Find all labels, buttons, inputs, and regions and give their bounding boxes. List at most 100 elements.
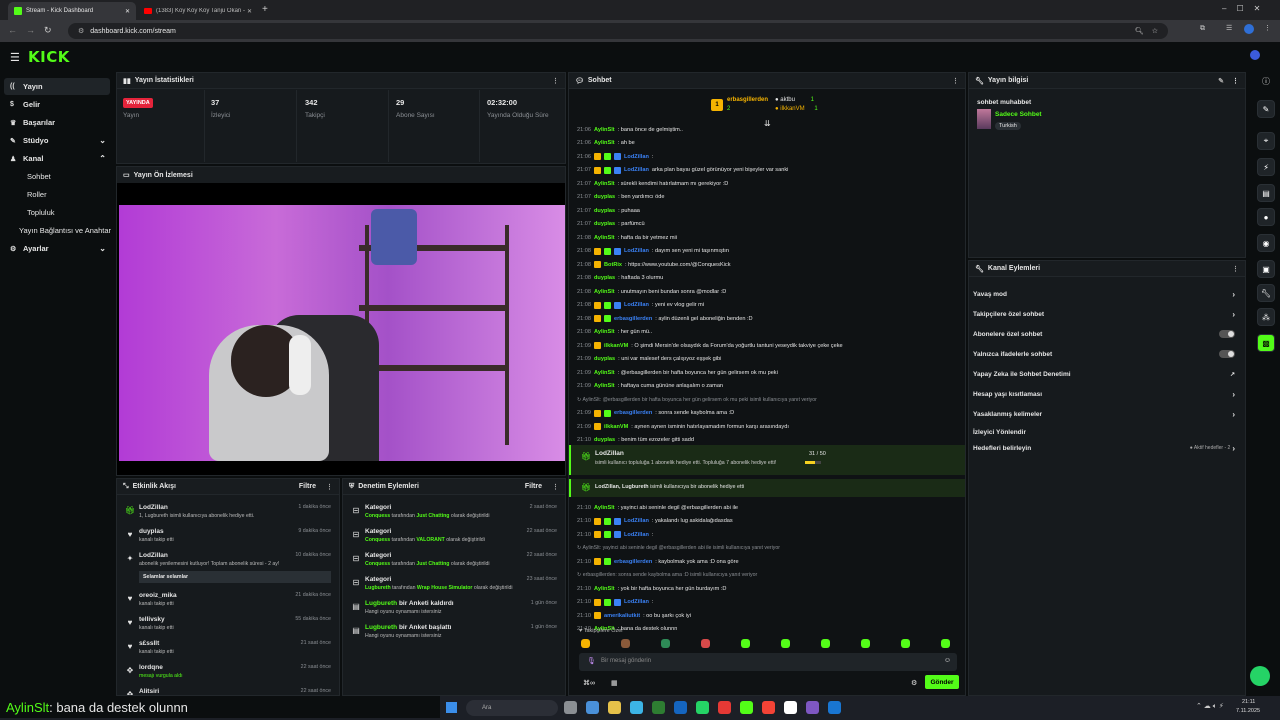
toggle-switch[interactable] xyxy=(1219,350,1235,358)
chat-username[interactable]: AylinSlt xyxy=(594,329,615,335)
chevron-right-icon[interactable]: › xyxy=(1232,444,1235,453)
chat-message[interactable]: 21:07 AylinSlt: sürekli kendimi hatırlatm… xyxy=(577,178,963,189)
system-tray-icons[interactable]: ⌃ ☁ 🔈︎ ⚡︎ xyxy=(1196,702,1224,711)
chat-message[interactable]: 21:10 erbasgillerden: kaybolmak yok ama :… xyxy=(577,556,963,567)
emote-icon[interactable] xyxy=(861,639,870,648)
emote-icon[interactable] xyxy=(901,639,910,648)
chat-tools-icon[interactable]: ⌘∞ xyxy=(583,679,595,687)
chat-message[interactable]: 21:10 LodZillan: yakalandı lug askidalağı… xyxy=(577,516,963,527)
sidebar-item-yayın[interactable]: Yayın Bağlantısı ve Anahtar xyxy=(4,222,111,239)
chat-message[interactable]: 21:10 AylinSlt: yayinci abi seninle degil… xyxy=(577,502,963,513)
more-options-icon[interactable]: ⋮ xyxy=(326,483,333,491)
profile-avatar[interactable] xyxy=(1244,24,1254,34)
chat-message[interactable]: 21:10 duyplas: benim tüm ezozeler gitti s… xyxy=(577,435,963,446)
sidebar-item-başarılar[interactable]: ♛ Başarılar xyxy=(4,114,110,131)
activity-event[interactable]: ✥ Alitsiri 22 saat önce xyxy=(121,687,335,695)
chat-message[interactable]: 21:07 duyplas: ben yardımcı öde xyxy=(577,192,963,203)
external-link-icon[interactable]: ↗ xyxy=(1230,371,1235,378)
chat-message[interactable]: 21:06 AylinSlt: bana önce de gelmiştim.. xyxy=(577,124,963,135)
chat-username[interactable]: amerikaliutkit xyxy=(604,613,640,619)
activity-event[interactable]: ✥ lordqne mesajı vurgula aldı 22 saat önce xyxy=(121,663,335,687)
activity-event[interactable]: ♥ tellivsky kanalı takip etti 55 dakika önc… xyxy=(121,615,335,639)
chat-message[interactable]: 21:10 AylinSlt: bana da destek olunnn xyxy=(577,624,963,635)
chevron-right-icon[interactable]: › xyxy=(1232,390,1235,399)
stream-video[interactable] xyxy=(119,205,565,461)
emote-icon[interactable] xyxy=(581,639,590,648)
emote-icon[interactable] xyxy=(701,639,710,648)
sidebar-item-roller[interactable]: Roller xyxy=(4,186,110,203)
back-icon[interactable]: ← xyxy=(8,25,17,35)
sidebar-item-topluluk[interactable]: Topluluk xyxy=(4,204,110,221)
kick-logo[interactable]: KICK xyxy=(28,48,70,66)
moderation-event[interactable]: ⊟ Kategori Conquess tarafından Just Chatti… xyxy=(347,551,561,575)
file-explorer-icon[interactable] xyxy=(586,701,599,714)
chat-username[interactable]: AylinSlt xyxy=(594,289,615,295)
app-icon[interactable] xyxy=(828,701,841,714)
chat-username[interactable]: AylinSlt xyxy=(594,505,615,511)
chat-username[interactable]: ilkkanVM xyxy=(604,424,628,430)
chat-message[interactable]: 21:07 duyplas: parfümcü xyxy=(577,219,963,230)
chat-message[interactable]: 21:09 ilkkanVM: O şimdi Mersin'de olsaydı… xyxy=(577,340,963,351)
channel-action-item[interactable]: Hedefleri belirleyin ● Aktif hedefler - 2… xyxy=(973,439,1239,457)
chevron-up-icon[interactable]: ⌃ xyxy=(99,154,106,163)
chat-message[interactable]: 21:07 LodZillan arka plan bayaı güzel gör… xyxy=(577,165,963,176)
channel-action-item[interactable]: Abonelere özel sohbet xyxy=(973,325,1239,343)
emote-icon[interactable] xyxy=(661,639,670,648)
more-options-icon[interactable]: ⋮ xyxy=(552,77,559,85)
whatsapp-icon[interactable] xyxy=(696,701,709,714)
more-options-icon[interactable]: ⋮ xyxy=(952,77,959,85)
chat-message[interactable]: 21:10 AylinSlt: yok bir hafta boyunca her… xyxy=(577,583,963,594)
chat-username[interactable]: AylinSlt xyxy=(594,181,615,187)
channel-action-item[interactable]: Yasaklanmış kelimeler › xyxy=(973,405,1239,423)
chevron-down-icon[interactable]: ⌄ xyxy=(99,244,106,253)
chat-username[interactable]: duyplas xyxy=(594,208,615,214)
chat-message[interactable]: 21:07 duyplas: puhaaa xyxy=(577,205,963,216)
extensions-icon[interactable]: ⧉ xyxy=(1200,25,1205,33)
chat-username[interactable]: LodZillan xyxy=(624,518,649,524)
chevron-right-icon[interactable]: › xyxy=(1232,290,1235,299)
zoom-icon[interactable]: 🔍︎ xyxy=(1135,27,1144,35)
chat-username[interactable]: LodZillan xyxy=(624,248,649,254)
lightning-icon[interactable]: ⚡︎ xyxy=(1257,158,1275,176)
chat-username[interactable]: BotRix xyxy=(604,262,622,268)
chat-username[interactable]: duyplas xyxy=(594,356,615,362)
site-info-icon[interactable]: ⚙ xyxy=(78,27,84,35)
sidebar-item-yayın[interactable]: ((Yayın xyxy=(4,78,110,95)
edit-icon[interactable]: ✎ xyxy=(1218,77,1224,85)
chat-message[interactable]: 21:10 LodZillan: xyxy=(577,529,963,540)
activity-event[interactable]: ♥ duyplas kanalı takip etti 9 dakika önce xyxy=(121,527,335,551)
chat-username[interactable]: AylinSlt xyxy=(594,235,615,241)
chevron-down-icon[interactable]: ⌄ xyxy=(99,136,106,145)
more-options-icon[interactable]: ⋮ xyxy=(552,483,559,491)
moderation-event[interactable]: ▤ Lugbureth bir Anketi kaldırdı Hangi oyun… xyxy=(347,599,561,623)
close-tab-icon[interactable]: ✕ xyxy=(247,8,252,15)
user-avatar[interactable] xyxy=(1250,50,1260,60)
moderation-event[interactable]: ⊟ Kategori Lugbureth tarafından Wrap House… xyxy=(347,575,561,599)
wrench-icon[interactable]: 🔧︎ xyxy=(1257,284,1275,302)
folder-icon[interactable] xyxy=(608,701,621,714)
more-options-icon[interactable]: ⋮ xyxy=(1232,265,1239,273)
sidebar-item-sohbet[interactable]: Sohbet xyxy=(4,168,110,185)
moderation-event[interactable]: ▤ Lugbureth bir Anket başlattı Hangi oyunu… xyxy=(347,623,561,647)
chat-leaderboard[interactable]: 1 erbasgillerden 2 ● aktbu 1 ● ilkkanVM … xyxy=(709,95,829,117)
channel-action-item[interactable]: Yapay Zeka ile Sohbet Denetimi ↗ xyxy=(973,365,1239,383)
address-bar[interactable]: ⚙ dashboard.kick.com/stream 🔍︎ ☆ xyxy=(68,23,1168,39)
activity-event[interactable]: ♥ s£ssllt kanalı takip etti 21 saat önce xyxy=(121,639,335,663)
activity-event[interactable]: 🎁︎ LodZillan 1, Lugbureth isimli kullanıcı… xyxy=(121,503,335,527)
reload-icon[interactable]: ↻ xyxy=(44,25,52,36)
chat-username[interactable]: erbasgillerden xyxy=(614,316,652,322)
chat-username[interactable]: LodZillan xyxy=(624,532,649,538)
chat-reply-context[interactable]: ↻ erbasgillerden: sonra sende kaybolma a… xyxy=(577,570,963,581)
chat-message[interactable]: 21:08 AylinSlt: her gün mü.. xyxy=(577,327,963,338)
app-icon[interactable] xyxy=(784,701,797,714)
send-button[interactable]: Gönder xyxy=(925,675,959,689)
chat-input[interactable]: 🎙︎ Bir mesaj gönderin ☺ xyxy=(579,653,957,671)
chat-reply-context[interactable]: ↻ AylinSlt: @erbasgillerden bir hafta bo… xyxy=(577,394,963,405)
chat-username[interactable]: duyplas xyxy=(594,275,615,281)
broadcast-icon[interactable]: ◉ xyxy=(1257,234,1275,252)
chat-username[interactable]: LodZillan xyxy=(624,302,649,308)
chat-message[interactable]: 21:06 AylinSlt: ah be xyxy=(577,138,963,149)
browser-menu-icon[interactable]: ⋮ xyxy=(1264,24,1271,32)
layers-icon[interactable]: ▣ xyxy=(1257,260,1275,278)
chat-username[interactable]: ilkkanVM xyxy=(604,343,628,349)
